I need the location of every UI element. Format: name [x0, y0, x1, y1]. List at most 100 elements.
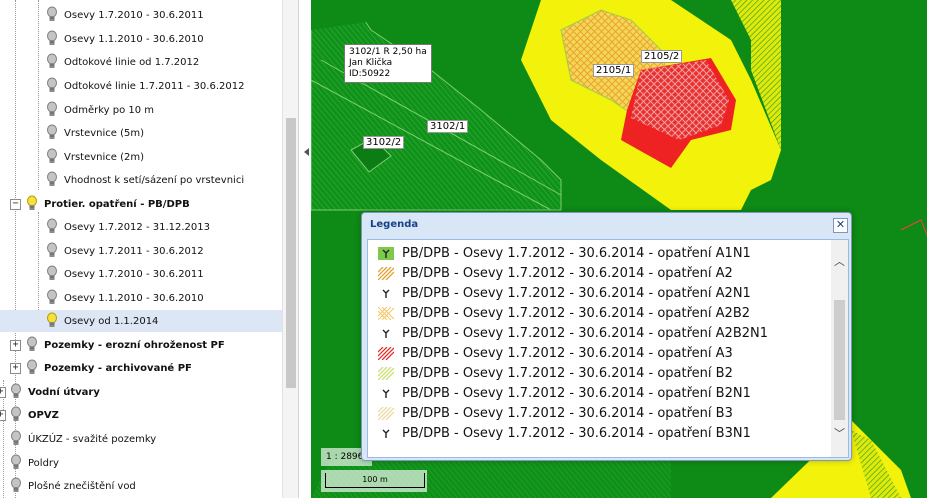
legend-swatch-icon [378, 246, 394, 260]
layer-label: Poldry [28, 457, 59, 469]
legend-swatch-icon [377, 406, 395, 420]
layer-label: Vodní útvary [28, 386, 100, 398]
expand-toggle[interactable]: + [10, 340, 21, 351]
legend-item-label: PB/DPB - Osevy 1.7.2012 - 30.6.2014 - op… [402, 365, 733, 381]
parcel-label: 2105/1 [593, 64, 635, 77]
collapse-toggle[interactable]: − [10, 199, 21, 210]
layer-label: Osevy 1.7.2010 - 30.6.2011 [64, 268, 204, 280]
legend-item: PB/DPB - Osevy 1.7.2012 - 30.6.2014 - op… [378, 383, 751, 403]
legend-scrollbar[interactable]: ︿ ﹀ [831, 240, 848, 457]
scale-bar-label: 100 m [325, 473, 425, 488]
layer-tree-item[interactable]: Vodní útvary [10, 381, 100, 403]
lightbulb-icon[interactable] [26, 336, 38, 354]
layer-tree-item[interactable]: ÚKZÚZ - svažité pozemky [10, 428, 156, 450]
legend-item: PB/DPB - Osevy 1.7.2012 - 30.6.2014 - op… [378, 283, 751, 303]
expand-toggle[interactable]: + [0, 410, 6, 421]
layer-tree-item[interactable]: Osevy 1.7.2010 - 30.6.2011 [46, 263, 204, 285]
lightbulb-icon[interactable] [46, 218, 58, 236]
layer-tree-item[interactable]: Plošné znečištění vod [10, 475, 136, 497]
lightbulb-icon[interactable] [46, 30, 58, 48]
layer-tree-item[interactable]: Odtokové linie 1.7.2011 - 30.6.2012 [46, 75, 244, 97]
layer-tree-item[interactable]: Osevy 1.7.2010 - 30.6.2011 [46, 4, 204, 26]
legend-swatch-icon [378, 326, 394, 340]
legend-item-label: PB/DPB - Osevy 1.7.2012 - 30.6.2014 - op… [402, 345, 733, 361]
lightbulb-icon[interactable] [10, 454, 22, 472]
layer-tree-item[interactable]: OPVZ [10, 404, 59, 426]
legend-item: PB/DPB - Osevy 1.7.2012 - 30.6.2014 - op… [377, 303, 750, 323]
scroll-up-icon[interactable]: ︿ [831, 254, 848, 270]
layer-label: Odtokové linie 1.7.2011 - 30.6.2012 [64, 80, 245, 92]
lightbulb-icon[interactable] [26, 359, 38, 377]
legend-scrollbar-thumb[interactable] [834, 300, 845, 420]
lightbulb-icon[interactable] [46, 53, 58, 71]
scale-bar: 100 m [321, 470, 427, 492]
lightbulb-icon[interactable] [46, 312, 58, 330]
parcel-info-line1: 3102/1 R 2,50 ha [349, 47, 427, 57]
layer-label: Osevy 1.7.2010 - 30.6.2011 [64, 9, 204, 21]
legend-swatch-icon [378, 426, 394, 440]
layer-tree-item[interactable]: Osevy 1.7.2011 - 30.6.2012 [46, 240, 204, 262]
layer-tree-item[interactable]: Odměrky po 10 m [46, 99, 154, 121]
legend-item-label: PB/DPB - Osevy 1.7.2012 - 30.6.2014 - op… [402, 325, 769, 341]
layer-label: Odměrky po 10 m [64, 104, 155, 116]
layer-tree-item[interactable]: Osevy od 1.1.2014 [0, 310, 282, 332]
scroll-down-icon[interactable]: ﹀ [831, 426, 848, 442]
close-icon[interactable]: ✕ [833, 218, 848, 233]
layer-tree-item[interactable]: Vrstevnice (2m) [46, 146, 144, 168]
legend-swatch-icon [377, 346, 395, 360]
layer-tree-item[interactable]: Odtokové linie od 1.7.2012 [46, 51, 199, 73]
tree-scrollbar-thumb[interactable] [286, 118, 296, 388]
lightbulb-icon[interactable] [46, 101, 58, 119]
legend-window[interactable]: Legenda ✕ PB/DPB - Osevy 1.7.2012 - 30.6… [361, 212, 852, 461]
legend-item: PB/DPB - Osevy 1.7.2012 - 30.6.2014 - op… [377, 363, 733, 383]
legend-swatch-icon [377, 266, 395, 280]
layer-label: Vrstevnice (5m) [64, 127, 145, 139]
layer-tree-item[interactable]: Poldry [10, 452, 59, 474]
collapse-arrow-icon[interactable] [304, 148, 309, 156]
layer-label: Pozemky - erozní ohroženost PF [44, 339, 225, 351]
parcel-info-line3: ID:50922 [349, 69, 391, 79]
layer-tree-item[interactable]: Protier. opatření - PB/DPB [26, 193, 190, 215]
layer-label: Plošné znečištění vod [28, 480, 136, 492]
legend-swatch-icon [377, 366, 395, 380]
lightbulb-icon[interactable] [10, 383, 22, 401]
layer-tree-item[interactable]: Osevy 1.7.2012 - 31.12.2013 [46, 216, 210, 238]
lightbulb-icon[interactable] [10, 430, 22, 448]
legend-item-label: PB/DPB - Osevy 1.7.2012 - 30.6.2014 - op… [402, 245, 751, 261]
lightbulb-icon[interactable] [46, 6, 58, 24]
layer-label: Osevy 1.1.2010 - 30.6.2010 [64, 33, 204, 45]
parcel-info-label: 3102/1 R 2,50 ha Jan Klička ID:50922 [344, 44, 432, 83]
layer-tree-item[interactable]: Osevy 1.1.2010 - 30.6.2010 [46, 28, 204, 50]
layer-label: OPVZ [28, 409, 59, 421]
lightbulb-icon[interactable] [46, 77, 58, 95]
layer-tree-item[interactable]: Osevy 1.1.2010 - 30.6.2010 [46, 287, 204, 309]
lightbulb-icon[interactable] [10, 477, 22, 495]
expand-toggle[interactable]: + [10, 363, 21, 374]
legend-item-label: PB/DPB - Osevy 1.7.2012 - 30.6.2014 - op… [402, 265, 733, 281]
lightbulb-icon[interactable] [46, 148, 58, 166]
layer-tree-item[interactable]: Vrstevnice (5m) [46, 122, 144, 144]
lightbulb-icon[interactable] [46, 289, 58, 307]
layer-tree-panel: Osevy 1.7.2010 - 30.6.2011 Osevy 1.1.2010… [0, 0, 282, 498]
expand-toggle[interactable]: + [0, 387, 6, 398]
legend-item-label: PB/DPB - Osevy 1.7.2012 - 30.6.2014 - op… [402, 285, 751, 301]
layer-label: Vhodnost k setí/sázení po vrstevnici [64, 174, 245, 186]
lightbulb-icon[interactable] [46, 124, 58, 142]
tree-guide-line [38, 212, 39, 322]
lightbulb-icon[interactable] [26, 195, 38, 213]
layer-tree-item[interactable]: Pozemky - archivované PF [26, 357, 192, 379]
layer-label: Protier. opatření - PB/DPB [44, 198, 190, 210]
legend-item: PB/DPB - Osevy 1.7.2012 - 30.6.2014 - op… [377, 343, 733, 363]
legend-item: PB/DPB - Osevy 1.7.2012 - 30.6.2014 - op… [378, 323, 768, 343]
lightbulb-icon[interactable] [46, 265, 58, 283]
lightbulb-icon[interactable] [10, 406, 22, 424]
lightbulb-icon[interactable] [46, 242, 58, 260]
layer-label: Osevy 1.1.2010 - 30.6.2010 [64, 292, 204, 304]
parcel-label: 2105/2 [641, 50, 683, 63]
layer-tree-item[interactable]: Vhodnost k setí/sázení po vrstevnici [46, 169, 244, 191]
legend-swatch-icon [377, 306, 395, 320]
tree-scrollbar[interactable] [282, 0, 299, 498]
layer-label: Osevy 1.7.2012 - 31.12.2013 [64, 221, 211, 233]
lightbulb-icon[interactable] [46, 171, 58, 189]
layer-tree-item[interactable]: Pozemky - erozní ohroženost PF [26, 334, 225, 356]
